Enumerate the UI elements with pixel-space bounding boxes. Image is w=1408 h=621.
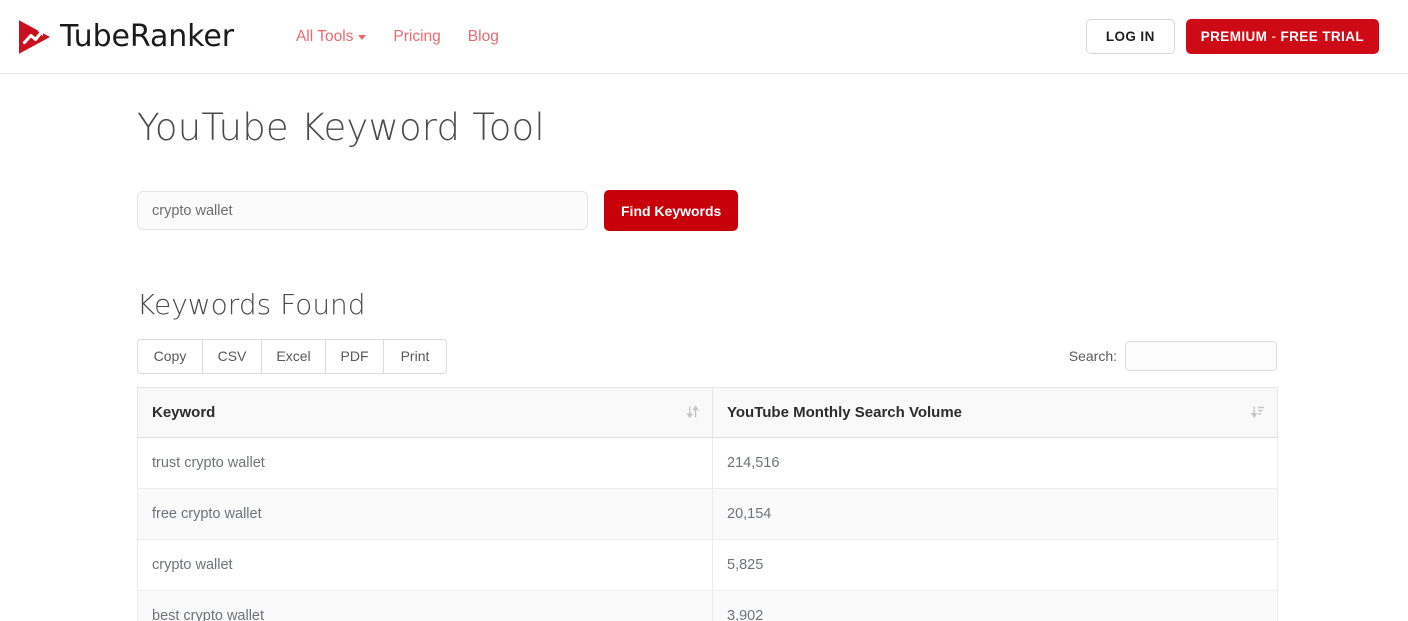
cell-volume: 20,154: [712, 488, 1278, 540]
login-button[interactable]: LOG IN: [1085, 18, 1175, 55]
find-keywords-button[interactable]: Find Keywords: [604, 190, 739, 231]
export-csv-button[interactable]: CSV: [202, 339, 262, 374]
sort-both-icon: [686, 405, 700, 419]
nav-link-pricing[interactable]: Pricing: [393, 28, 440, 46]
column-header-search-volume-label: YouTube Monthly Search Volume: [727, 403, 963, 421]
play-trend-logo-icon: [14, 17, 54, 57]
page-title: YouTube Keyword Tool: [137, 106, 545, 149]
premium-label-start: PREMIUM: [1200, 28, 1272, 44]
results-table-container: Copy CSV Excel PDF Print Search: Keyword: [137, 339, 1278, 621]
column-header-keyword-label: Keyword: [152, 403, 216, 421]
table-header-row: Keyword YouTube Monthly Search Volume: [137, 386, 1278, 438]
table-search-input[interactable]: [1125, 341, 1277, 372]
cell-keyword: crypto wallet: [137, 539, 713, 591]
nav-link-all-tools[interactable]: All Tools: [295, 27, 367, 46]
export-copy-button[interactable]: Copy: [137, 339, 203, 374]
export-button-group: Copy CSV Excel PDF Print: [137, 339, 447, 374]
table-row[interactable]: free crypto wallet 20,154: [137, 488, 1278, 540]
top-navbar: TubeRanker All Tools Pricing Blog LOG IN…: [0, 0, 1408, 74]
brand-text: TubeRanker: [60, 18, 234, 54]
premium-label-end: FREE TRIAL: [1276, 28, 1364, 44]
cell-keyword: best crypto wallet: [137, 590, 713, 621]
chevron-down-icon: [358, 35, 367, 40]
column-header-keyword[interactable]: Keyword: [137, 386, 713, 438]
column-header-search-volume[interactable]: YouTube Monthly Search Volume: [712, 386, 1278, 438]
export-pdf-button[interactable]: PDF: [325, 339, 384, 374]
nav-link-blog[interactable]: Blog: [468, 28, 499, 46]
keywords-table-body: trust crypto wallet 214,516 free crypto …: [137, 437, 1278, 621]
keywords-table-head: Keyword YouTube Monthly Search Volume: [137, 386, 1278, 438]
brand-logo-link[interactable]: TubeRanker: [14, 17, 234, 57]
cell-keyword: trust crypto wallet: [137, 437, 713, 489]
keyword-search-row: Find Keywords: [137, 190, 1408, 231]
keyword-input[interactable]: [137, 191, 588, 230]
table-row[interactable]: best crypto wallet 3,902: [137, 590, 1278, 621]
table-toolbar: Copy CSV Excel PDF Print Search:: [137, 339, 1277, 374]
keywords-table: Keyword YouTube Monthly Search Volume tr…: [137, 386, 1278, 621]
cell-volume: 3,902: [712, 590, 1278, 621]
page-content: YouTube Keyword Tool Find Keywords Keywo…: [0, 74, 1408, 621]
table-row[interactable]: crypto wallet 5,825: [137, 539, 1278, 591]
cell-volume: 5,825: [712, 539, 1278, 591]
table-search-label: Search:: [1068, 348, 1117, 365]
nav-link-all-tools-label: All Tools: [295, 27, 354, 45]
keywords-found-heading: Keywords Found: [137, 288, 366, 321]
cell-keyword: free crypto wallet: [137, 488, 713, 540]
premium-free-trial-button[interactable]: PREMIUM - FREE TRIAL: [1185, 18, 1379, 55]
export-excel-button[interactable]: Excel: [261, 339, 326, 374]
sort-amount-down-icon: [1250, 405, 1265, 419]
navbar-actions: LOG IN PREMIUM - FREE TRIAL: [1085, 18, 1379, 55]
table-search-group: Search:: [1068, 341, 1277, 372]
primary-nav: All Tools Pricing Blog: [296, 28, 499, 46]
export-print-button[interactable]: Print: [383, 339, 447, 374]
cell-volume: 214,516: [712, 437, 1278, 489]
table-row[interactable]: trust crypto wallet 214,516: [137, 437, 1278, 489]
